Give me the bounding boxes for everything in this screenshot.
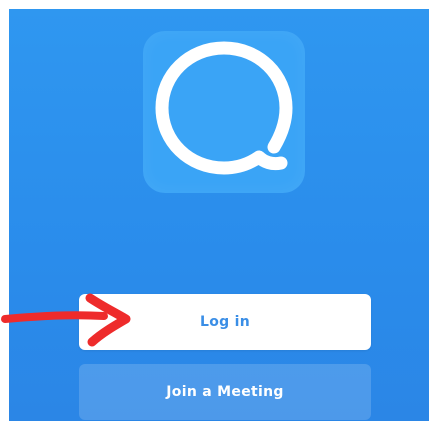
join-meeting-button[interactable]: Join a Meeting <box>79 364 371 420</box>
welcome-screen: Log in Join a Meeting <box>9 9 429 421</box>
chat-bubble-icon <box>155 41 293 175</box>
app-logo <box>143 31 305 193</box>
login-button-label: Log in <box>199 314 250 330</box>
join-meeting-button-label: Join a Meeting <box>166 384 284 400</box>
red-arrow-icon <box>0 290 140 350</box>
